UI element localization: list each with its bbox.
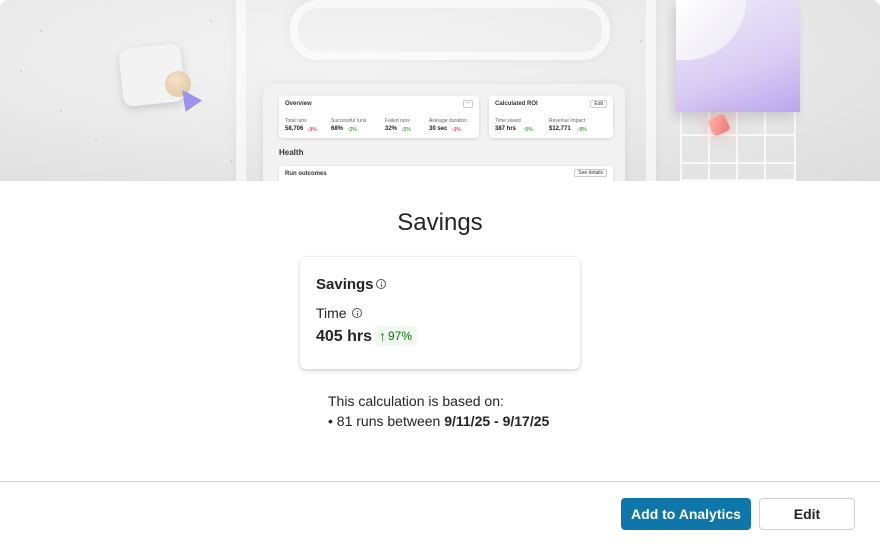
roi-card-preview: Calculated ROI Edit Time saved 387 hrs ↑…	[489, 96, 613, 138]
see-details-button: See details	[574, 169, 607, 177]
time-label: Time	[316, 305, 347, 321]
metric-value: 68%	[331, 126, 344, 132]
time-value: 405 hrs	[316, 328, 373, 345]
metric-value: 58,706	[285, 126, 304, 132]
arrow-up-icon: ↑	[379, 328, 386, 344]
footer-divider	[0, 481, 880, 482]
add-to-analytics-button[interactable]: Add to Analytics	[621, 498, 751, 530]
metric-trend: ↓5%	[401, 127, 411, 133]
card-title: Savings	[316, 276, 374, 293]
more-icon: ···	[463, 100, 473, 108]
metric-value: 32%	[385, 126, 398, 132]
savings-dialog: Overview ··· Total runs 58,706 ↓9% Succe…	[0, 0, 880, 546]
runs-text: • 81 runs between	[328, 413, 445, 429]
metric-label: Failed runs	[385, 118, 410, 124]
trend-value: 97%	[388, 329, 413, 343]
metric-label: Revenue impact	[549, 118, 586, 124]
roi-title: Calculated ROI	[495, 101, 538, 107]
run-outcomes-preview: Run outcomes See details	[279, 166, 613, 181]
calculation-note: This calculation is based on: • 81 runs …	[328, 391, 549, 431]
metric-trend: ↑5%	[523, 127, 533, 133]
overview-card-preview: Overview ··· Total runs 58,706 ↓9% Succe…	[279, 96, 479, 138]
info-icon[interactable]	[376, 279, 386, 289]
metric-trend: ↓9%	[307, 127, 317, 133]
metric-trend: ↑8%	[577, 127, 587, 133]
hero-illustration: Overview ··· Total runs 58,706 ↓9% Succe…	[0, 0, 880, 181]
decorative-ridge	[290, 0, 610, 60]
metric-label: Time saved	[495, 118, 521, 124]
roi-edit-button: Edit	[590, 100, 607, 108]
metric-value: 387 hrs	[495, 126, 517, 132]
metric-trend: ↑3%	[451, 127, 461, 133]
metric-value: 30 sec	[429, 126, 448, 132]
calculation-intro: This calculation is based on:	[328, 393, 504, 409]
trend-badge: ↑ 97%	[375, 326, 418, 346]
dashboard-preview: Overview ··· Total runs 58,706 ↓9% Succe…	[263, 84, 625, 181]
overview-title: Overview	[285, 101, 312, 107]
metric-trend: ↑2%	[347, 127, 357, 133]
metric-label: Total runs	[285, 118, 307, 124]
metric-label: Successful runs	[331, 118, 367, 124]
date-range: 9/11/25 - 9/17/25	[444, 413, 550, 429]
health-heading: Health	[279, 148, 304, 157]
savings-card: Savings Time 405 hrs	[300, 257, 580, 369]
edit-button[interactable]: Edit	[759, 498, 855, 530]
calculation-bullet: • 81 runs between 9/11/25 - 9/17/25	[328, 411, 549, 431]
metric-label: Average duration	[429, 118, 467, 124]
metric-value: $12,771	[549, 126, 571, 132]
run-outcomes-title: Run outcomes	[285, 171, 327, 177]
info-icon[interactable]	[352, 308, 362, 318]
dialog-title: Savings	[397, 209, 483, 236]
